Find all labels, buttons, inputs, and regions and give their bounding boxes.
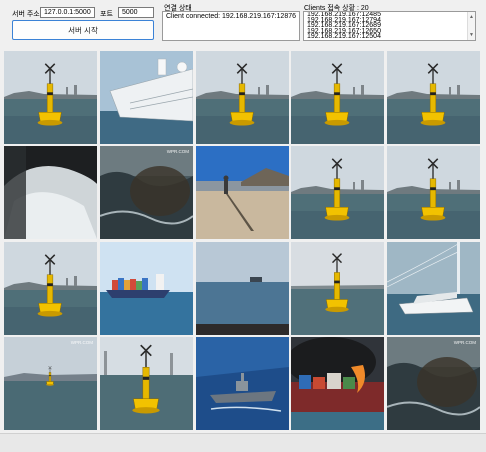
video-feed-tile[interactable] (387, 146, 481, 240)
video-feed-tile[interactable] (4, 51, 97, 144)
video-feed-frame (387, 51, 481, 144)
server-address-field[interactable]: 127.0.0.1:5000 (40, 7, 95, 18)
svg-text:WPR.COM: WPR.COM (167, 149, 189, 154)
start-server-button[interactable]: 서버 시작 (12, 20, 154, 40)
scroll-up-icon[interactable]: ▲ (468, 13, 475, 21)
video-feed-tile[interactable]: WPR.COM (387, 336, 481, 430)
video-feed-frame (99, 241, 193, 335)
video-feed-tile[interactable] (99, 51, 193, 144)
status-strip (0, 433, 486, 452)
video-feed-tile[interactable] (387, 241, 481, 335)
video-feed-frame (291, 241, 385, 335)
video-feed-frame (195, 241, 289, 335)
video-feed-tile[interactable] (99, 241, 193, 335)
server-address-label: 서버 주소 (12, 11, 40, 18)
video-feed-frame (195, 51, 289, 144)
video-feed-grid: WPR.COM WPR.COM WPR.COM (4, 51, 481, 431)
port-label: 포트 (100, 11, 113, 18)
video-feed-frame: WPR.COM (99, 146, 193, 240)
video-feed-frame: WPR.COM (387, 336, 481, 430)
video-feed-tile[interactable] (291, 146, 385, 240)
port-field[interactable]: 5000 (118, 7, 154, 18)
video-feed-tile[interactable] (387, 51, 481, 144)
clients-list-item[interactable]: 192.168.219.167:12504 (307, 33, 465, 39)
video-feed-tile[interactable] (195, 241, 289, 335)
video-feed-frame (387, 241, 481, 335)
start-server-button-label: 서버 시작 (68, 25, 98, 35)
video-feed-tile[interactable] (195, 146, 289, 240)
clients-list[interactable]: 192.168.219.167:12485 192.168.219.167:12… (303, 11, 476, 41)
video-feed-frame (195, 336, 289, 430)
connection-status-box: Client connected: 192.168.219.167:12876 (162, 11, 300, 41)
video-feed-tile[interactable] (4, 146, 97, 240)
video-feed-tile[interactable] (291, 336, 385, 430)
scroll-down-icon[interactable]: ▼ (468, 31, 475, 39)
video-feed-frame (99, 336, 193, 430)
video-feed-tile[interactable]: WPR.COM (99, 146, 193, 240)
video-feed-frame (4, 51, 97, 144)
video-feed-tile[interactable] (4, 241, 97, 335)
video-feed-frame (4, 146, 97, 240)
video-feed-tile[interactable] (291, 241, 385, 335)
video-feed-tile[interactable] (195, 51, 289, 144)
connection-status-text: Client connected: 192.168.219.167:12876 (166, 13, 296, 20)
video-feed-frame (4, 241, 97, 335)
video-feed-frame (291, 336, 385, 430)
video-feed-tile[interactable] (291, 51, 385, 144)
video-feed-frame (291, 146, 385, 240)
svg-text:WPR.COM: WPR.COM (454, 340, 476, 345)
video-feed-tile[interactable] (99, 336, 193, 430)
video-feed-frame (387, 146, 481, 240)
video-feed-tile[interactable] (195, 336, 289, 430)
svg-text:WPR.COM: WPR.COM (71, 340, 93, 345)
video-feed-tile[interactable]: WPR.COM (4, 336, 97, 430)
clients-list-scrollbar[interactable]: ▲ ▼ (467, 12, 475, 40)
video-feed-frame (99, 51, 193, 144)
video-feed-frame (291, 51, 385, 144)
video-feed-frame: WPR.COM (4, 336, 97, 430)
video-feed-frame (195, 146, 289, 240)
